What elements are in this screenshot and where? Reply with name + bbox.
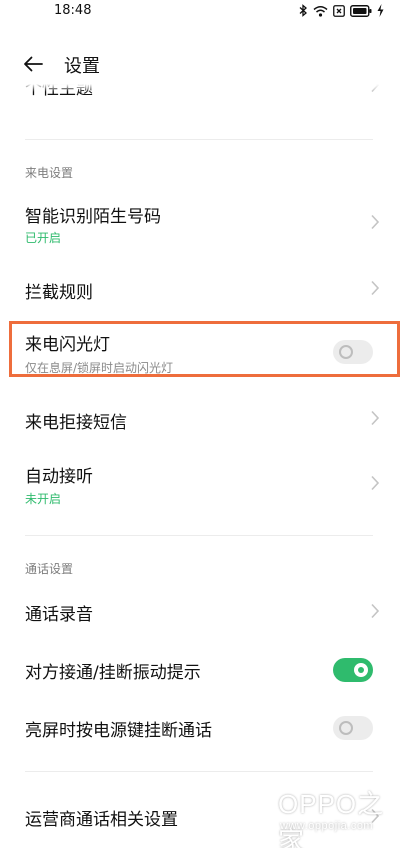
oppo-home-logo-icon [228,789,268,839]
watermark-brand: OPPO之家 [278,789,385,848]
watermark: OPPO之家 www.oppojia.com [222,780,406,848]
list-item-call-recording[interactable]: 通话录音 [0,592,406,632]
list-item-title: 运营商通话相关设置 [25,810,178,830]
charging-icon [377,4,384,17]
chevron-right-icon [371,280,380,296]
status-time: 18:48 [54,3,92,18]
sim-icon [333,4,345,17]
list-item-title: 亮屏时按电源键挂断通话 [25,721,212,741]
list-item-auto-answer[interactable]: 自动接听 未开启 [0,456,406,512]
chevron-right-icon [371,410,380,426]
back-arrow-icon [24,56,43,72]
status-bar: 18:48 [0,0,406,24]
list-item-block-rules[interactable]: 拦截规则 [0,268,406,308]
status-icons [299,4,384,17]
bluetooth-icon [299,4,307,17]
list-item-title: 通话录音 [25,605,93,625]
page-title: 设置 [64,56,100,77]
list-item-title: 对方接通/挂断振动提示 [25,663,201,683]
highlight-box [9,321,400,377]
header-fade [0,84,406,92]
wifi-icon [313,5,328,17]
power-key-toggle[interactable] [333,716,373,740]
chevron-right-icon [371,475,380,491]
list-item-title: 来电拒接短信 [25,413,127,433]
chevron-right-icon [371,603,380,619]
list-item-title: 拦截规则 [25,283,93,303]
section-label-call: 通话设置 [25,562,74,576]
list-item-title: 智能识别陌生号码 [25,207,161,227]
divider [25,139,373,140]
list-item-status: 未开启 [25,492,62,506]
toggle-knob [354,663,368,677]
vibration-toggle[interactable] [333,658,373,682]
watermark-url: www.oppojia.com [280,820,374,832]
back-button[interactable] [20,52,46,76]
toggle-knob [339,721,353,735]
battery-icon [350,4,372,17]
section-label-incoming: 来电设置 [25,166,74,180]
list-item-status: 已开启 [25,231,62,245]
app-header: 设置 [0,44,406,84]
list-item-smart-identify[interactable]: 智能识别陌生号码 已开启 [0,196,406,252]
divider [25,535,373,536]
list-item-title: 自动接听 [25,467,93,487]
list-item-vibration-hint[interactable]: 对方接通/挂断振动提示 [0,650,406,690]
chevron-right-icon [371,214,380,230]
list-item-power-key-hangup[interactable]: 亮屏时按电源键挂断通话 [0,708,406,748]
divider [25,771,373,772]
list-item-reject-sms[interactable]: 来电拒接短信 [0,398,406,438]
